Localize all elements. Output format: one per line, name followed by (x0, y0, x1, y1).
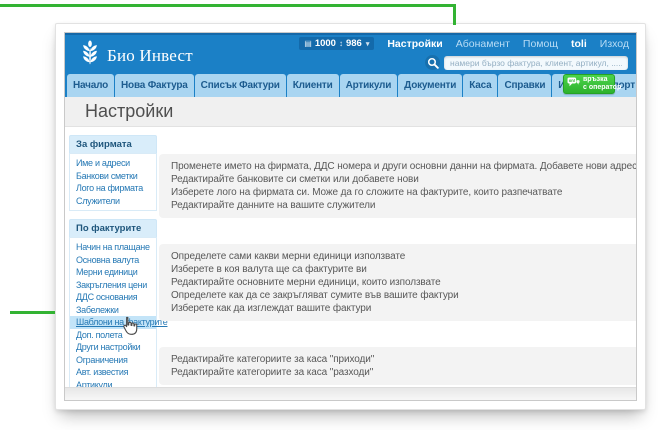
sidebar-section-body: Име и адресиБанкови сметкиЛого на фирмат… (69, 153, 157, 211)
menu-item-3[interactable]: toli (571, 38, 587, 50)
page-title: Настройки (65, 101, 173, 122)
description-line: Редактирайте основните мерни единици, ко… (171, 276, 636, 289)
app-header: Био Инвест ▤ 1000 ↕ 986 ▾ Настройки Абона… (65, 33, 636, 71)
invoices-count-icon: ▤ (304, 39, 312, 48)
top-menu-items: Настройки Абонамент Помощ toli Изход (387, 38, 629, 50)
sidebar-item-0-0[interactable]: Име и адреси (70, 157, 156, 170)
sidebar-section-1: По фактуритеНачин на плащанеОсновна валу… (69, 219, 157, 387)
search-input[interactable] (444, 56, 628, 70)
settings-content: Променете името на фирмата, ДДС номера и… (159, 135, 636, 387)
nav-tab-0[interactable]: Начало (67, 74, 114, 97)
sidebar-item-1-5[interactable]: Забележки (70, 304, 156, 317)
sidebar-section-body: Начин на плащанеОсновна валутаМерни един… (69, 237, 157, 387)
nav-tab-2[interactable]: Списък Фактури (195, 74, 286, 97)
sidebar-section-0: За фирматаИме и адресиБанкови сметкиЛого… (69, 135, 157, 211)
operator-chat-button[interactable]: on! връзка с оператор (563, 74, 615, 94)
description-line: Редактирайте категориите за каса "приход… (171, 353, 636, 366)
top-menu: ▤ 1000 ↕ 986 ▾ Настройки Абонамент Помощ to… (299, 37, 629, 50)
description-line: Редактирайте данните на вашите служители (171, 199, 636, 212)
description-line: Определете как да се закръгляват сумите … (171, 289, 636, 302)
sidebar-item-1-6[interactable]: Шаблони на фактурите (70, 316, 156, 329)
menu-item-2[interactable]: Помощ (523, 38, 558, 50)
main-area: За фирматаИме и адресиБанкови сметкиЛого… (65, 127, 636, 387)
sidebar-item-1-0[interactable]: Начин на плащане (70, 241, 156, 254)
description-line: Променете името на фирмата, ДДС номера и… (171, 160, 636, 173)
description-line: Редактирайте банковите си сметки или доб… (171, 173, 636, 186)
logo[interactable]: Био Инвест (78, 40, 193, 71)
sidebar-item-0-1[interactable]: Банкови сметки (70, 170, 156, 183)
nav-tab-6[interactable]: Каса (463, 74, 497, 97)
nav-tabs: НачалоНова ФактураСписък ФактуриКлиентиА… (67, 74, 637, 97)
browser-window: Био Инвест ▤ 1000 ↕ 986 ▾ Настройки Абона… (55, 23, 646, 410)
description-block-0: Променете името на фирмата, ДДС номера и… (159, 154, 636, 218)
sidebar-item-1-3[interactable]: Закръгления цени (70, 279, 156, 292)
sidebar-section-title: По фактурите (69, 219, 157, 237)
sidebar-section-title: За фирмата (69, 135, 157, 153)
invoices-count: 1000 (315, 38, 336, 49)
sidebar-item-1-8[interactable]: Други настройки (70, 341, 156, 354)
operator-chat-label: връзка с оператор (583, 76, 621, 92)
sidebar-item-1-7[interactable]: Доп. полета (70, 329, 156, 342)
sidebar-item-1-1[interactable]: Основна валута (70, 254, 156, 267)
nav-tab-4[interactable]: Артикули (340, 74, 398, 97)
menu-item-1[interactable]: Абонамент (456, 38, 510, 50)
limit-count-icon: ↕ (339, 39, 343, 48)
nav-tab-3[interactable]: Клиенти (287, 74, 339, 97)
sidebar-item-1-9[interactable]: Ограничения (70, 354, 156, 367)
description-block-2: Редактирайте категориите за каса "приход… (159, 347, 636, 385)
sidebar-item-0-2[interactable]: Лого на фирмата (70, 182, 156, 195)
search-icon (425, 55, 440, 70)
annotation-line-top (0, 4, 456, 7)
nav-tab-7[interactable]: Справки (498, 74, 551, 97)
main-nav: НачалоНова ФактураСписък ФактуриКлиентиА… (65, 71, 636, 97)
sidebar-item-1-10[interactable]: Авт. известия (70, 366, 156, 379)
sidebar-item-1-4[interactable]: ДДС основания (70, 291, 156, 304)
sidebar-item-1-11[interactable]: Артикули (70, 379, 156, 388)
logo-text: Био Инвест (107, 46, 193, 66)
app-frame: Био Инвест ▤ 1000 ↕ 986 ▾ Настройки Абона… (64, 32, 637, 401)
menu-item-4[interactable]: Изход (600, 38, 629, 50)
description-blocks: Променете името на фирмата, ДДС номера и… (159, 154, 636, 385)
annotation-line-left (10, 311, 55, 314)
description-line: Редактирайте категориите за каса "разход… (171, 366, 636, 379)
sidebar-item-1-2[interactable]: Мерни единици (70, 266, 156, 279)
sidebar-item-0-3[interactable]: Служители (70, 195, 156, 208)
annotation-line-top-connector (453, 4, 456, 25)
page-title-bar: Настройки (65, 97, 636, 127)
description-line: Изберете в коя валута ще са фактурите ви (171, 263, 636, 276)
settings-sidebar: За фирматаИме и адресиБанкови сметкиЛого… (69, 135, 157, 387)
description-block-1: Определете сами какви мерни единици изпо… (159, 244, 636, 321)
search-bar (425, 55, 628, 70)
description-line: Определете сами какви мерни единици изпо… (171, 250, 636, 263)
svg-text:on!: on! (569, 78, 576, 83)
counter-caret-icon: ▾ (366, 40, 370, 48)
chat-icon: on! (567, 75, 580, 93)
usage-counter[interactable]: ▤ 1000 ↕ 986 ▾ (299, 37, 374, 50)
limit-count: 986 (346, 38, 362, 49)
description-line: Изберете как да изглеждат вашите фактури (171, 302, 636, 315)
app-footer (65, 387, 636, 400)
nav-tab-5[interactable]: Документи (398, 74, 462, 97)
wheat-logo-icon (78, 40, 102, 71)
nav-tab-1[interactable]: Нова Фактура (115, 74, 194, 97)
description-line: Изберете лого на фирмата си. Може да го … (171, 186, 636, 199)
menu-item-0[interactable]: Настройки (387, 38, 442, 50)
